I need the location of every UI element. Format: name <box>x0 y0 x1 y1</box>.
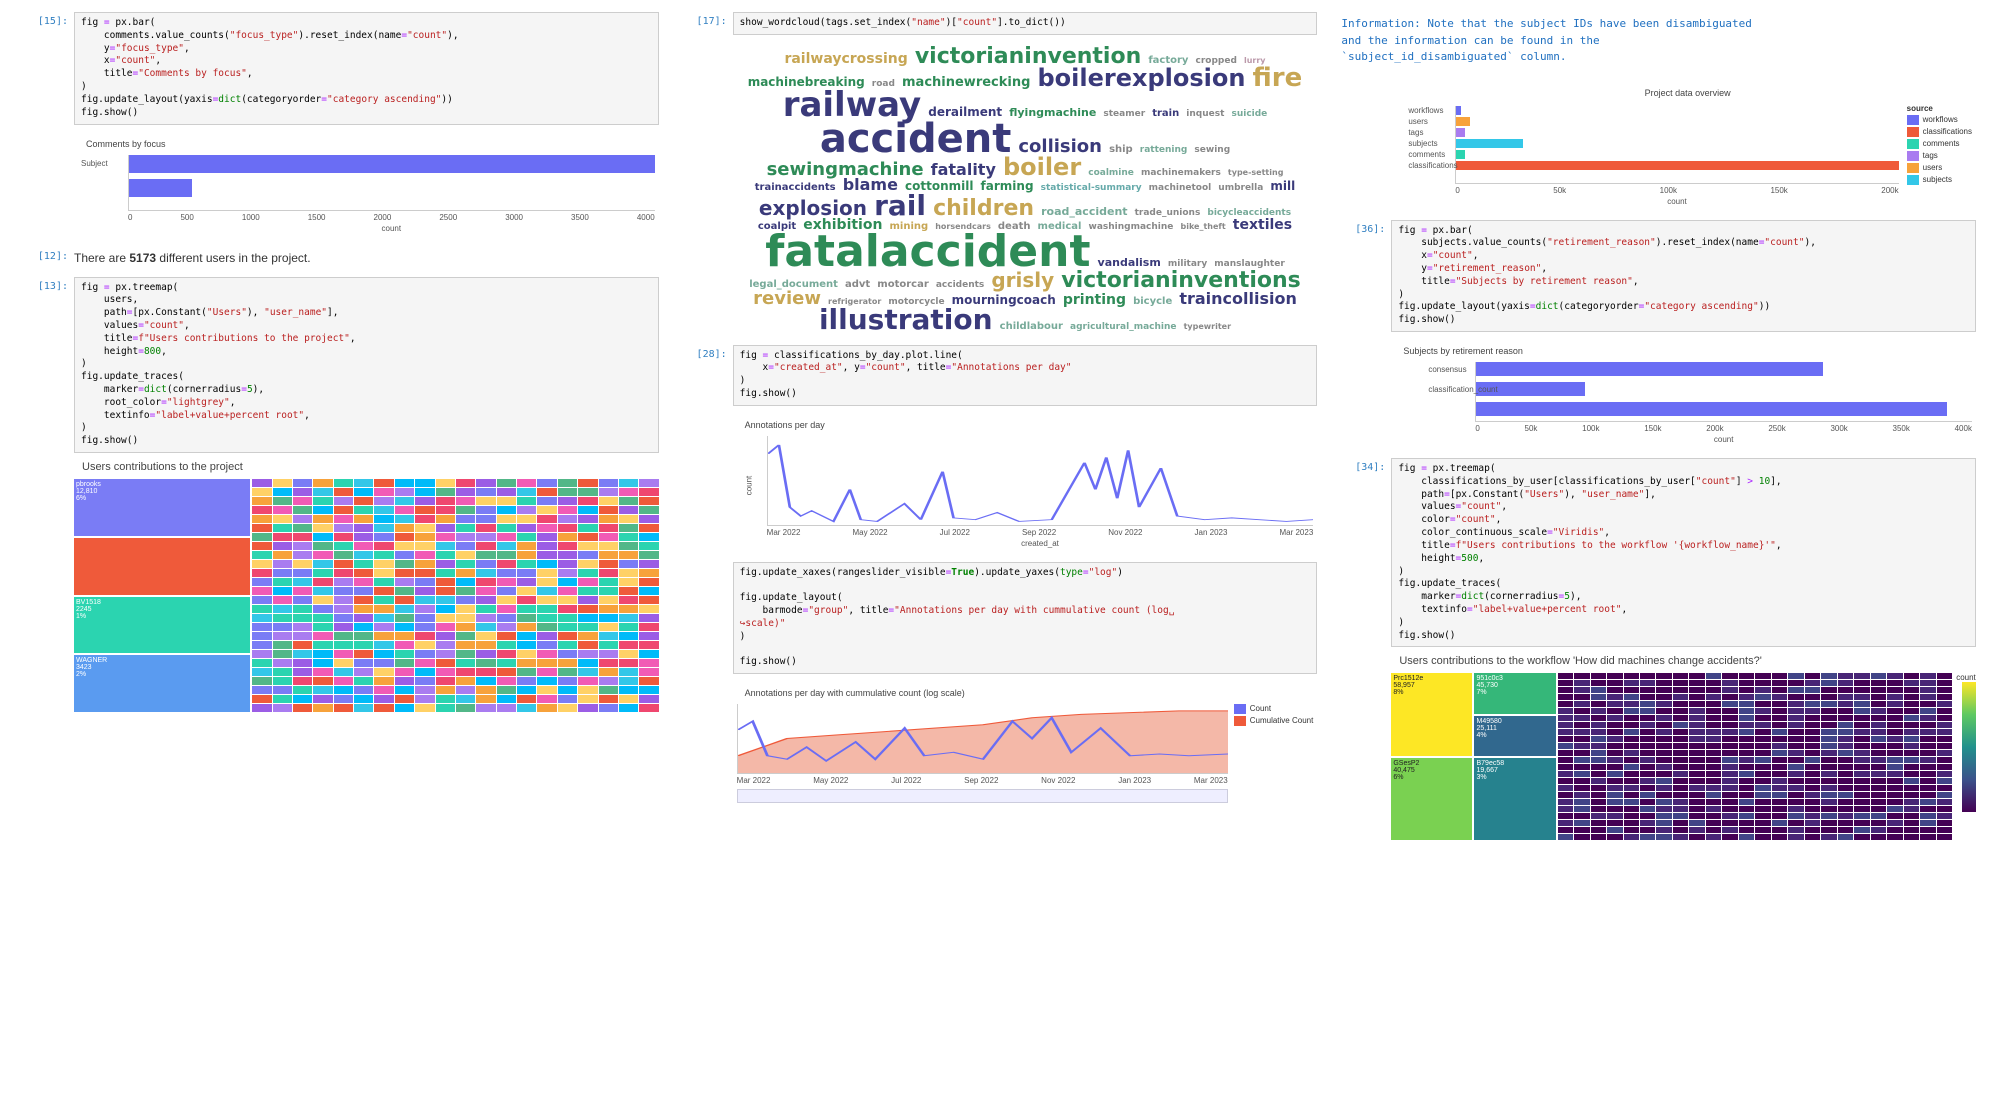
workflow-treemap[interactable]: Users contributions to the workflow 'How… <box>1391 655 1976 823</box>
notebook-grid: [15]: fig = px.bar( comments.value_count… <box>24 12 1976 823</box>
project-overview-chart[interactable]: Project data overview workflows users ta… <box>1391 82 1976 212</box>
prompt-label: [15]: <box>24 12 68 27</box>
chart-title: Annotations per day <box>745 420 1314 430</box>
wordcloud: railwaycrossing victorianinvention facto… <box>733 43 1318 337</box>
annotations-per-day-chart[interactable]: Annotations per day count Mar 2022May 20… <box>733 414 1318 554</box>
output-13: Users contributions to the project pbroo… <box>24 461 659 699</box>
code-cell[interactable]: fig.update_xaxes(rangeslider_visible=Tru… <box>733 562 1318 675</box>
annotations-per-day-log-chart[interactable]: Annotations per day with cummulative cou… <box>733 682 1318 809</box>
chart-title: Project data overview <box>1403 88 1972 98</box>
prompt-label: [17]: <box>683 12 727 27</box>
x-axis-label: created_at <box>767 539 1314 548</box>
prompt-label: [28]: <box>683 345 727 360</box>
column-3: Information: Note that the subject IDs h… <box>1341 12 1976 823</box>
x-axis-ticks: 05001000150020002500300035004000 <box>128 213 655 222</box>
cell-17: [17]: show_wordcloud(tags.set_index("nam… <box>683 12 1318 35</box>
treemap-cell[interactable] <box>74 538 250 595</box>
treemap-cell[interactable]: M4958025,1114% <box>1474 716 1555 756</box>
bar-label: Subject <box>81 159 108 168</box>
chart-title: Annotations per day with cummulative cou… <box>745 688 1314 698</box>
treemap-cell[interactable]: WAGNER34232% <box>74 655 250 712</box>
code-cell[interactable]: fig = px.bar( comments.value_counts("foc… <box>74 12 659 125</box>
prompt-label: [34]: <box>1341 458 1385 473</box>
code-cell[interactable]: fig = px.treemap( classifications_by_use… <box>1391 458 1976 647</box>
x-axis-ticks: Mar 2022May 2022Jul 2022Sep 2022Nov 2022… <box>737 776 1228 785</box>
legend: source workflows classifications comment… <box>1907 104 1972 206</box>
prompt-label: [12]: <box>24 247 68 262</box>
chart-title: Users contributions to the project <box>82 461 659 473</box>
markdown-output: There are 5173 different users in the pr… <box>74 247 659 269</box>
treemap-cell[interactable]: B79ec5819,6673% <box>1474 758 1555 841</box>
info-note: Information: Note that the subject IDs h… <box>1341 12 1976 74</box>
output-28: Annotations per day count Mar 2022May 20… <box>683 414 1318 554</box>
output-34: Users contributions to the workflow 'How… <box>1341 655 1976 823</box>
comments-by-focus-chart[interactable]: Comments by focus Subject 05001000150020… <box>74 133 659 239</box>
prompt-label: [36]: <box>1341 220 1385 235</box>
chart-title: Subjects by retirement reason <box>1403 346 1972 356</box>
treemap-mosaic <box>1558 673 1952 840</box>
subjects-retirement-chart[interactable]: Subjects by retirement reason consensus … <box>1391 340 1976 450</box>
cell-12: [12]: There are 5173 different users in … <box>24 247 659 269</box>
output-overview: Project data overview workflows users ta… <box>1341 82 1976 212</box>
output-36: Subjects by retirement reason consensus … <box>1341 340 1976 450</box>
cell-36: [36]: fig = px.bar( subjects.value_count… <box>1341 220 1976 333</box>
cell-15: [15]: fig = px.bar( comments.value_count… <box>24 12 659 125</box>
x-axis-ticks: Mar 2022May 2022Jul 2022Sep 2022Nov 2022… <box>767 528 1314 537</box>
prompt-label: [13]: <box>24 277 68 292</box>
column-2: [17]: show_wordcloud(tags.set_index("nam… <box>683 12 1318 823</box>
treemap-cell[interactable]: 951c0c345,7307% <box>1474 673 1555 713</box>
treemap-cell[interactable]: BV151822451% <box>74 597 250 654</box>
output-15: Comments by focus Subject 05001000150020… <box>24 133 659 239</box>
treemap-cell[interactable]: GSesP240,4756% <box>1391 758 1472 841</box>
chart-title: Comments by focus <box>86 139 655 149</box>
treemap-cell[interactable]: Prc1512e58,9578% <box>1391 673 1472 756</box>
chart-title: Users contributions to the workflow 'How… <box>1399 655 1976 667</box>
output-17: railwaycrossing victorianinvention facto… <box>683 43 1318 337</box>
column-1: [15]: fig = px.bar( comments.value_count… <box>24 12 659 823</box>
cell-28: [28]: fig = classifications_by_day.plot.… <box>683 345 1318 406</box>
treemap-cell[interactable]: pbrooks12,8106% <box>74 479 250 536</box>
users-treemap[interactable]: Users contributions to the project pbroo… <box>74 461 659 699</box>
code-cell[interactable]: show_wordcloud(tags.set_index("name")["c… <box>733 12 1318 35</box>
output-28b: Annotations per day with cummulative cou… <box>683 682 1318 809</box>
rangeslider[interactable] <box>737 789 1228 803</box>
treemap-mosaic <box>252 479 659 712</box>
legend: Count Cumulative Count <box>1234 704 1314 803</box>
code-cell[interactable]: fig = classifications_by_day.plot.line( … <box>733 345 1318 406</box>
code-cell[interactable]: fig = px.treemap( users, path=[px.Consta… <box>74 277 659 454</box>
code-cell[interactable]: fig = px.bar( subjects.value_counts("ret… <box>1391 220 1976 333</box>
colorbar <box>1962 682 1976 812</box>
cell-13: [13]: fig = px.treemap( users, path=[px.… <box>24 277 659 454</box>
cell-28b: fig.update_xaxes(rangeslider_visible=Tru… <box>683 562 1318 675</box>
cell-34: [34]: fig = px.treemap( classifications_… <box>1341 458 1976 647</box>
x-axis-label: count <box>128 224 655 233</box>
